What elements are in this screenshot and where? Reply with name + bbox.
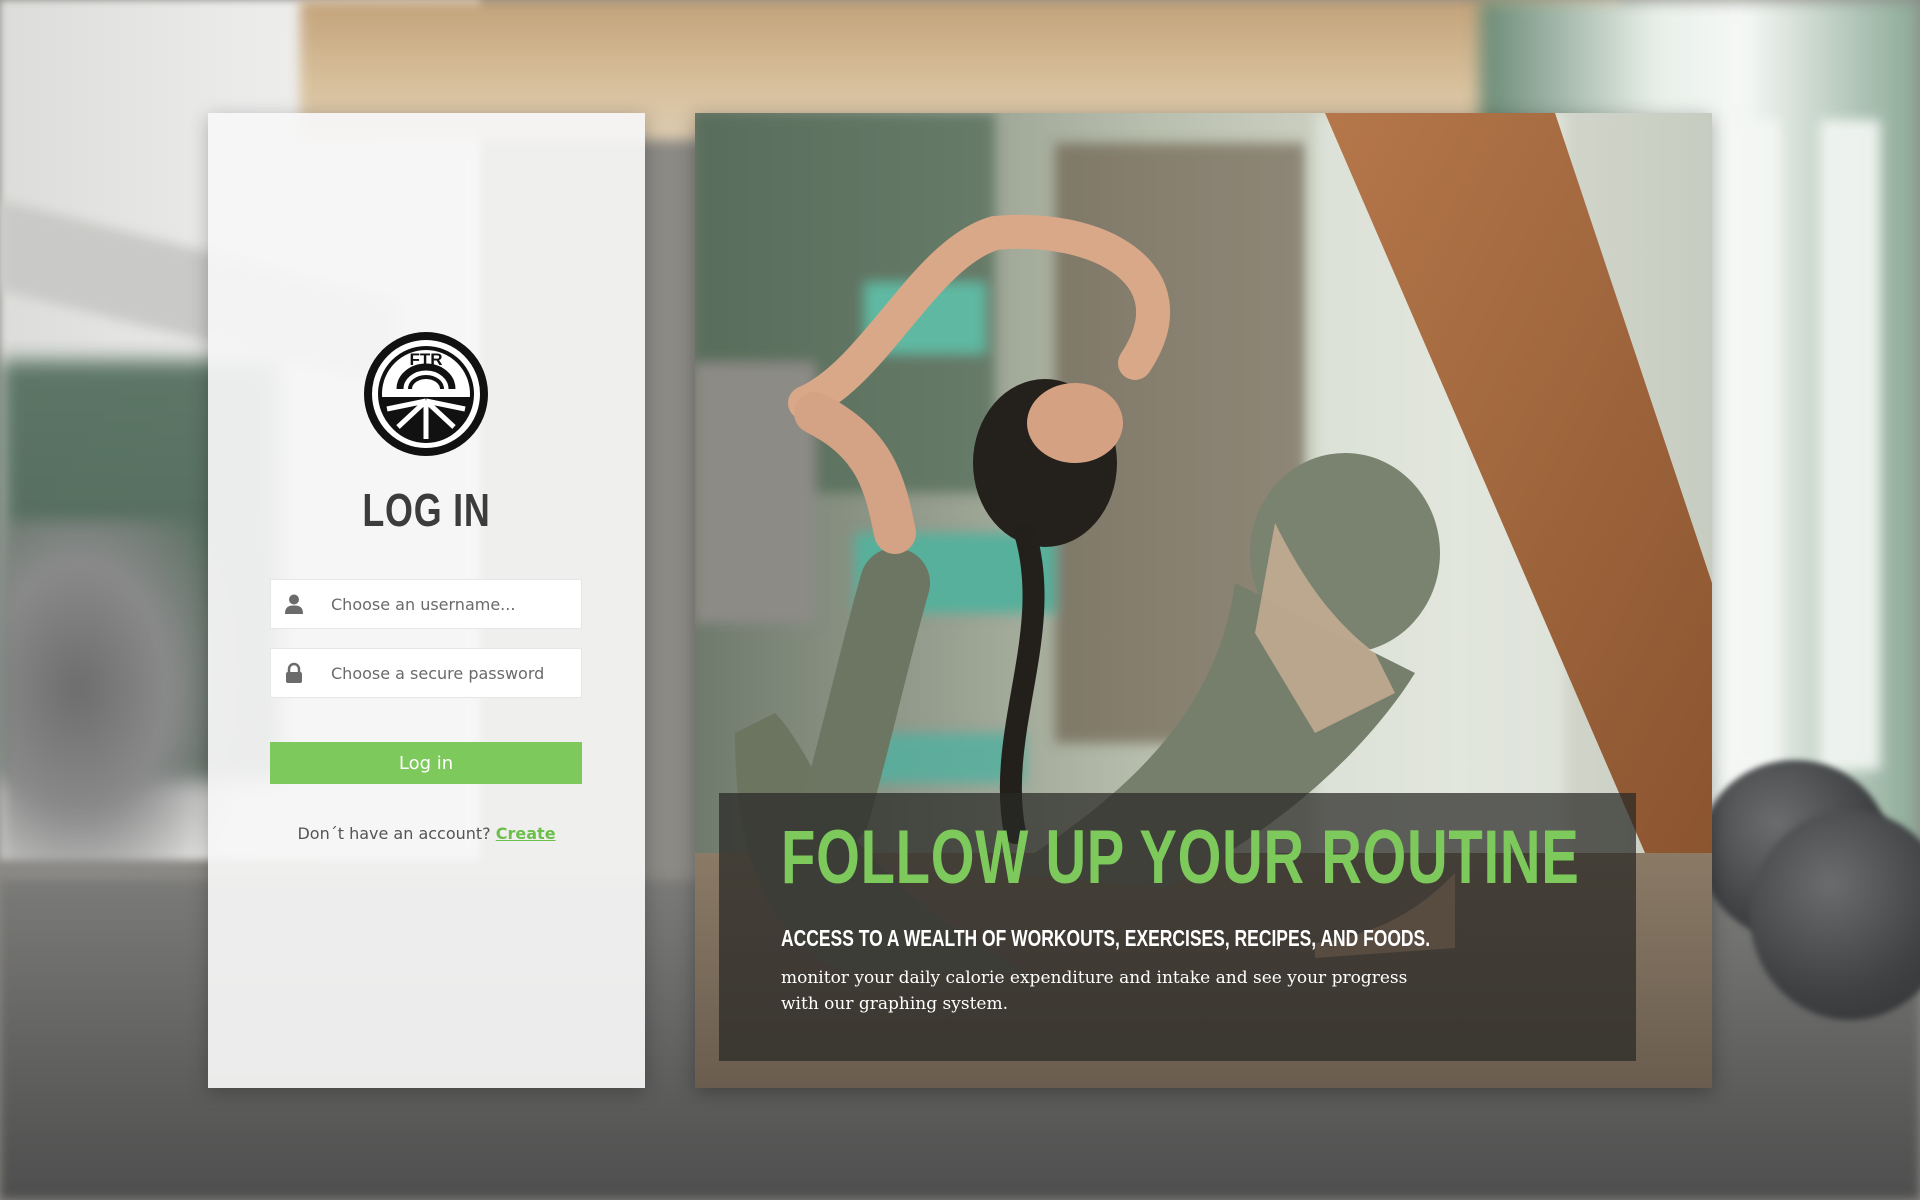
hero-panel: FOLLOW UP YOUR ROUTINE ACCESS TO A WEALT… bbox=[695, 113, 1712, 1088]
signup-prompt: Don´t have an account? Create bbox=[208, 824, 645, 843]
login-title: LOG IN bbox=[362, 484, 491, 536]
username-field bbox=[270, 579, 582, 629]
create-account-link[interactable]: Create bbox=[496, 824, 556, 843]
user-icon bbox=[285, 594, 303, 614]
logo-text: FTR bbox=[409, 350, 442, 369]
background-window bbox=[1720, 120, 1780, 770]
login-button[interactable]: Log in bbox=[270, 742, 582, 784]
no-account-text: Don´t have an account? bbox=[297, 824, 491, 843]
hero-description: monitor your daily calorie expenditure a… bbox=[781, 968, 1408, 1014]
background-window bbox=[1820, 120, 1880, 770]
hero-title: FOLLOW UP YOUR ROUTINE bbox=[781, 815, 1580, 900]
username-input[interactable] bbox=[331, 580, 571, 628]
ftr-logo: FTR bbox=[364, 332, 488, 456]
password-field bbox=[270, 648, 582, 698]
hero-subtitle: ACCESS TO A WEALTH OF WORKOUTS, EXERCISE… bbox=[781, 925, 1431, 951]
hero-caption-box: FOLLOW UP YOUR ROUTINE ACCESS TO A WEALT… bbox=[719, 793, 1636, 1061]
password-input[interactable] bbox=[331, 649, 571, 697]
login-card: FTR LOG IN Log in Don´t have an account?… bbox=[208, 113, 645, 1088]
lock-icon bbox=[286, 662, 302, 683]
